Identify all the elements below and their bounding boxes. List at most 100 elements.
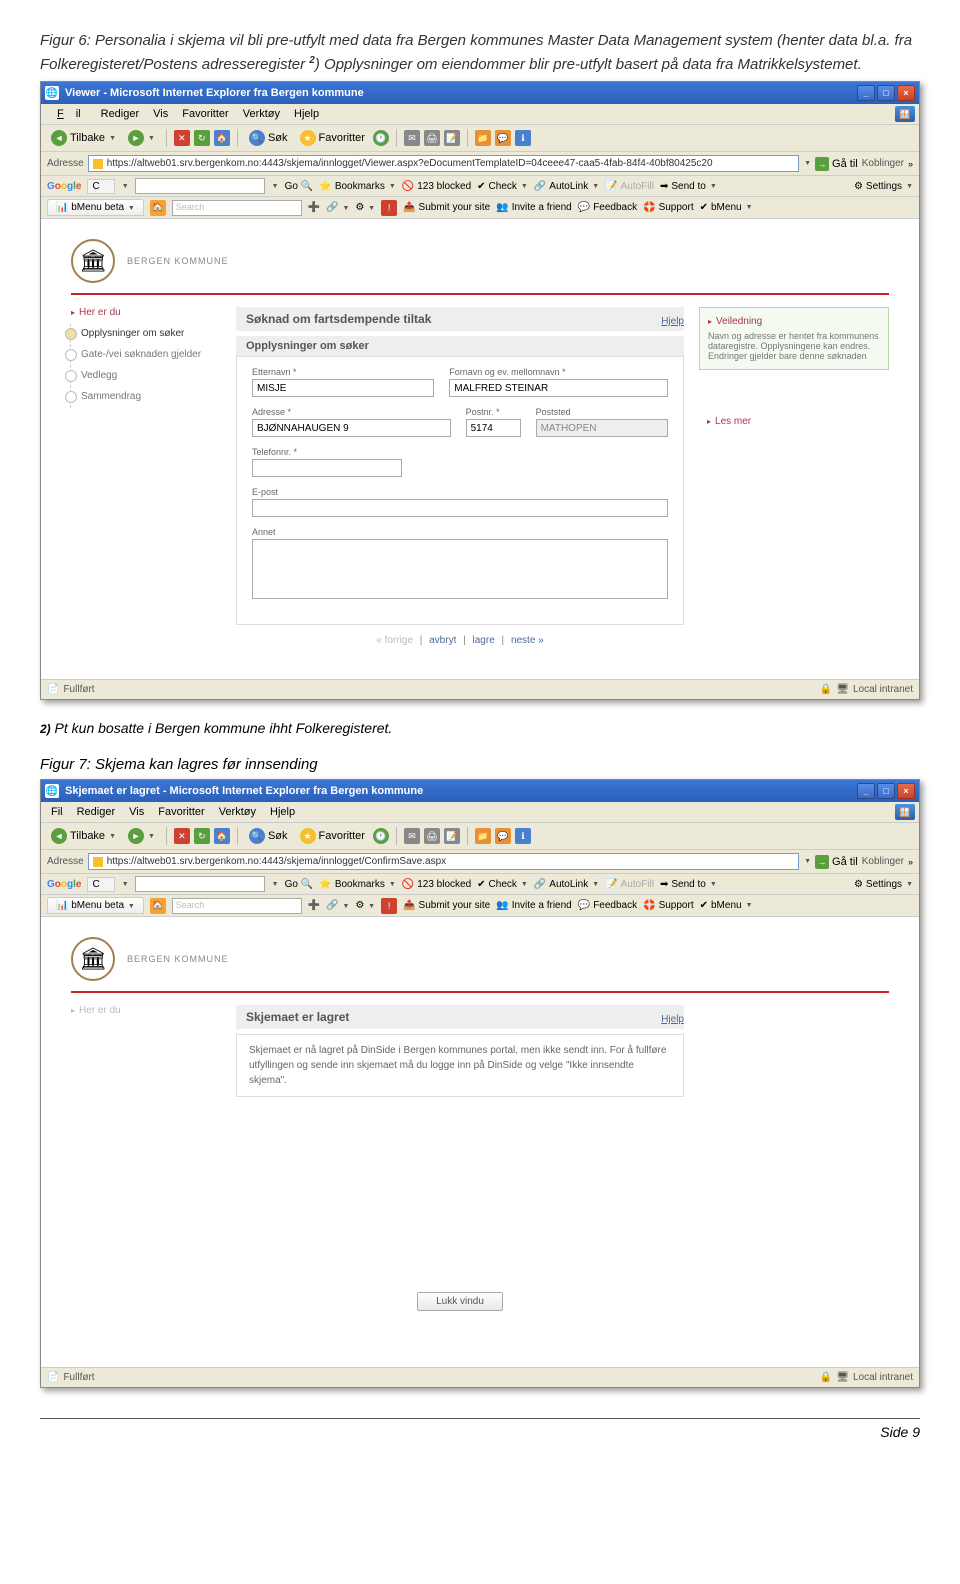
google-logo[interactable]: Google xyxy=(47,181,81,192)
google-go-button[interactable]: Go 🔍 xyxy=(285,181,314,192)
google-bookmarks[interactable]: ⭐ Bookmarks▼ xyxy=(319,181,395,192)
menu-fil[interactable]: Fil xyxy=(45,106,93,122)
history-icon-2[interactable]: 🕐 xyxy=(373,828,389,844)
bmenu-support-2[interactable]: 🛟 Support xyxy=(643,900,693,911)
favorites-button[interactable]: ★Favoritter xyxy=(296,128,369,148)
maximize-button-2[interactable]: □ xyxy=(877,783,895,799)
google-autofill[interactable]: 📝 AutoFill xyxy=(605,181,654,192)
bmenu-submit[interactable]: 📤 Submit your site xyxy=(403,202,490,213)
print-icon[interactable]: 🖨 xyxy=(424,130,440,146)
google-menu-c-2[interactable]: C xyxy=(87,877,114,892)
bmenu-check[interactable]: ✔ bMenu ▼ xyxy=(700,202,753,213)
lagre-button[interactable]: lagre xyxy=(473,635,495,646)
folder-icon[interactable]: 📁 xyxy=(475,130,491,146)
telefon-input[interactable] xyxy=(252,459,402,477)
koblinger-label[interactable]: Koblinger xyxy=(862,158,904,169)
nav-step-3[interactable]: Vedlegg xyxy=(71,366,221,387)
menu-vis[interactable]: Vis xyxy=(147,106,174,122)
google-search-input-2[interactable] xyxy=(135,876,265,892)
koblinger-label-2[interactable]: Koblinger xyxy=(862,856,904,867)
minimize-button[interactable]: _ xyxy=(857,85,875,101)
nav-step-4[interactable]: Sammendrag xyxy=(71,387,221,408)
menu-vis-2[interactable]: Vis xyxy=(123,804,150,820)
research-icon[interactable]: ℹ xyxy=(515,130,531,146)
stop-button[interactable]: ✕ xyxy=(174,130,190,146)
bmenu-home-icon-2[interactable]: 🏠 xyxy=(150,898,166,914)
google-search-input[interactable] xyxy=(135,178,265,194)
back-button-2[interactable]: ◄Tilbake▼ xyxy=(47,826,120,846)
refresh-button[interactable]: ↻ xyxy=(194,130,210,146)
edit-icon[interactable]: 📝 xyxy=(444,130,460,146)
menu-rediger[interactable]: Rediger xyxy=(95,106,146,122)
home-button-2[interactable]: 🏠 xyxy=(214,828,230,844)
close-button-2[interactable]: × xyxy=(897,783,915,799)
mail-icon[interactable]: ✉ xyxy=(404,130,420,146)
google-go-button-2[interactable]: Go 🔍 xyxy=(285,879,314,890)
menu-fil-2[interactable]: Fil xyxy=(45,804,69,820)
bmenu-share[interactable]: 🔗 ▼ xyxy=(326,202,349,213)
bmenu-plus[interactable]: ➕ xyxy=(308,202,320,213)
refresh-button-2[interactable]: ↻ xyxy=(194,828,210,844)
nav-step-2[interactable]: Gate-/vei søknaden gjelder xyxy=(71,345,221,366)
bmenu-search-input-2[interactable]: Search xyxy=(172,898,302,914)
close-button[interactable]: × xyxy=(897,85,915,101)
print-icon-2[interactable]: 🖨 xyxy=(424,828,440,844)
google-menu-c[interactable]: C xyxy=(87,179,114,194)
bmenu-gear[interactable]: ⚙ ▼ xyxy=(355,202,375,213)
bmenu-support[interactable]: 🛟 Support xyxy=(643,202,693,213)
edit-icon-2[interactable]: 📝 xyxy=(444,828,460,844)
bmenu-flag-icon[interactable]: ! xyxy=(381,200,397,216)
address-input[interactable]: https://altweb01.srv.bergenkom.no:4443/s… xyxy=(88,155,799,172)
etternavn-input[interactable]: MISJE xyxy=(252,379,434,397)
google-sendto[interactable]: ➡ Send to▼ xyxy=(660,181,717,192)
google-autolink-2[interactable]: 🔗 AutoLink▼ xyxy=(534,879,599,890)
bmenu-invite-2[interactable]: 👥 Invite a friend xyxy=(496,900,572,911)
address-dropdown-icon[interactable]: ▼ xyxy=(804,160,811,167)
search-button-2[interactable]: 🔍Søk xyxy=(245,826,292,846)
adresse-input[interactable]: BJØNNAHAUGEN 9 xyxy=(252,419,451,437)
minimize-button-2[interactable]: _ xyxy=(857,783,875,799)
history-icon[interactable]: 🕐 xyxy=(373,130,389,146)
epost-input[interactable] xyxy=(252,499,668,517)
bmenu-plus-2[interactable]: ➕ xyxy=(308,900,320,911)
address-input-2[interactable]: https://altweb01.srv.bergenkom.no:4443/s… xyxy=(88,853,799,870)
stop-button-2[interactable]: ✕ xyxy=(174,828,190,844)
bmenu-tab[interactable]: 📊 bMenu beta ▼ xyxy=(47,199,144,216)
google-blocked-2[interactable]: 🚫 123 blocked xyxy=(402,879,471,890)
google-autofill-2[interactable]: 📝 AutoFill xyxy=(605,879,654,890)
discuss-icon[interactable]: 💬 xyxy=(495,130,511,146)
google-settings-2[interactable]: ⚙ Settings▼ xyxy=(854,879,913,890)
address-dropdown-icon-2[interactable]: ▼ xyxy=(804,858,811,865)
menu-verktoy[interactable]: Verktøy xyxy=(237,106,286,122)
folder-icon-2[interactable]: 📁 xyxy=(475,828,491,844)
google-settings[interactable]: ⚙ Settings▼ xyxy=(854,181,913,192)
bmenu-tab-2[interactable]: 📊 bMenu beta ▼ xyxy=(47,897,144,914)
google-sendto-2[interactable]: ➡ Send to▼ xyxy=(660,879,717,890)
menu-favoritter-2[interactable]: Favoritter xyxy=(152,804,210,820)
go-button-2[interactable]: →Gå til xyxy=(815,855,858,869)
window-titlebar[interactable]: 🌐 Viewer - Microsoft Internet Explorer f… xyxy=(41,82,919,104)
search-button[interactable]: 🔍Søk xyxy=(245,128,292,148)
lukk-vindu-button[interactable]: Lukk vindu xyxy=(417,1292,503,1311)
bmenu-invite[interactable]: 👥 Invite a friend xyxy=(496,202,572,213)
forrige-button[interactable]: « forrige xyxy=(376,635,413,646)
home-button[interactable]: 🏠 xyxy=(214,130,230,146)
bmenu-share-2[interactable]: 🔗 ▼ xyxy=(326,900,349,911)
google-check[interactable]: ✔ Check▼ xyxy=(477,181,528,192)
bmenu-submit-2[interactable]: 📤 Submit your site xyxy=(403,900,490,911)
mail-icon-2[interactable]: ✉ xyxy=(404,828,420,844)
bmenu-gear-2[interactable]: ⚙ ▼ xyxy=(355,900,375,911)
avbryt-button[interactable]: avbryt xyxy=(429,635,456,646)
favorites-button-2[interactable]: ★Favoritter xyxy=(296,826,369,846)
menu-verktoy-2[interactable]: Verktøy xyxy=(213,804,262,820)
forward-button[interactable]: ►▼ xyxy=(124,128,159,148)
google-logo-2[interactable]: Google xyxy=(47,879,81,890)
maximize-button[interactable]: □ xyxy=(877,85,895,101)
menu-hjelp[interactable]: Hjelp xyxy=(288,106,325,122)
discuss-icon-2[interactable]: 💬 xyxy=(495,828,511,844)
menu-favoritter[interactable]: Favoritter xyxy=(176,106,234,122)
les-mer-link[interactable]: Les mer xyxy=(699,410,889,433)
menu-hjelp-2[interactable]: Hjelp xyxy=(264,804,301,820)
go-button[interactable]: →Gå til xyxy=(815,157,858,171)
nav-step-1[interactable]: Opplysninger om søker xyxy=(71,324,221,345)
